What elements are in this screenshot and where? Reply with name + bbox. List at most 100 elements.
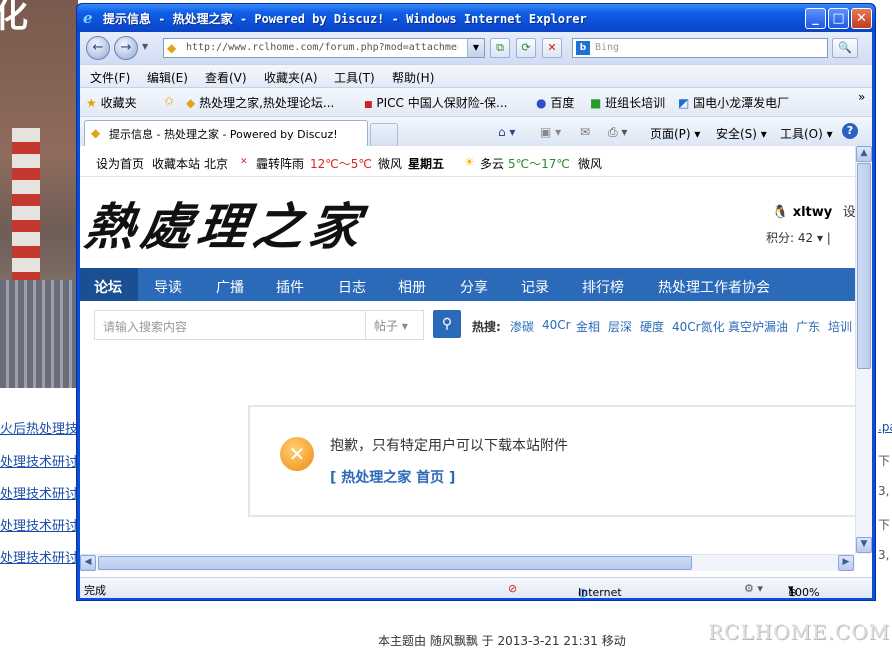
- hot-search-link[interactable]: 金相: [576, 318, 600, 335]
- nav-album[interactable]: 相册: [398, 277, 426, 297]
- title-bar[interactable]: e 提示信息 - 热处理之家 - Powered by Discuz! - Wi…: [77, 4, 875, 32]
- weather-weekday: 星期五: [408, 157, 445, 171]
- horizontal-scroll-thumb[interactable]: [98, 556, 692, 570]
- hot-search-link[interactable]: 层深: [608, 318, 632, 335]
- nav-share[interactable]: 分享: [460, 277, 488, 297]
- menu-tools[interactable]: 工具(T): [334, 69, 375, 86]
- weather-today-condition: 霾转阵雨: [256, 157, 305, 171]
- favorite-link-baidu[interactable]: ● 百度: [536, 94, 574, 111]
- nav-guide[interactable]: 导读: [154, 277, 182, 297]
- tools-menu[interactable]: 工具(O) ▾: [780, 125, 833, 142]
- horizontal-scrollbar[interactable]: ◀ ▶: [80, 554, 855, 571]
- background-right-text: 3, 7: [878, 548, 892, 562]
- hot-search-link[interactable]: 培训: [828, 318, 852, 335]
- page-menu[interactable]: 页面(P) ▾: [650, 125, 700, 142]
- hot-search-link[interactable]: 硬度: [640, 318, 664, 335]
- background-link[interactable]: 处理技术研讨: [0, 547, 78, 566]
- minimize-button[interactable]: _: [805, 8, 826, 29]
- add-favorite-icon[interactable]: ✩: [164, 94, 174, 108]
- favorites-button[interactable]: ★ 收藏夹: [86, 94, 137, 111]
- favorite-link-picc[interactable]: ■ PICC 中国人保财险-保...: [364, 94, 507, 111]
- background-right-text: 下: [878, 518, 891, 532]
- popup-blocker-icon[interactable]: ⊘: [508, 582, 517, 595]
- home-icon[interactable]: ⌂ ▾: [498, 125, 515, 139]
- site-search-input[interactable]: 请输入搜索内容 帖子 ▾: [94, 310, 424, 340]
- close-button[interactable]: ✕: [851, 8, 872, 29]
- stop-icon[interactable]: ✕: [542, 38, 562, 58]
- hot-search-link[interactable]: 渗碳: [510, 318, 534, 335]
- refresh-icon[interactable]: ⟳: [516, 38, 536, 58]
- nav-broadcast[interactable]: 广播: [216, 277, 244, 297]
- new-tab-button[interactable]: [370, 123, 398, 146]
- home-link[interactable]: [ 热处理之家 首页 ]: [330, 467, 455, 487]
- favorite-link-power[interactable]: ◩ 国电小龙潭发电厂: [678, 94, 789, 111]
- alert-message-box: ✕ 抱歉，只有特定用户可以下载本站附件 [ 热处理之家 首页 ]: [248, 405, 855, 517]
- username[interactable]: xltwy: [793, 205, 833, 220]
- menu-edit[interactable]: 编辑(E): [147, 69, 188, 86]
- hot-search-link[interactable]: 40Cr氮化: [672, 318, 725, 335]
- scroll-left-icon[interactable]: ◀: [80, 555, 96, 571]
- hot-search-link[interactable]: 40Cr: [542, 318, 571, 332]
- search-type-select[interactable]: 帖子 ▾: [365, 311, 423, 339]
- favorite-label: 热处理之家,热处理论坛...: [199, 96, 335, 110]
- favorite-link-rclhome[interactable]: ◆ 热处理之家,热处理论坛...: [186, 94, 334, 111]
- scroll-down-icon[interactable]: ▼: [856, 537, 872, 553]
- background-link[interactable]: 火后热处理技: [0, 418, 78, 437]
- vertical-scroll-thumb[interactable]: [857, 163, 871, 369]
- site-logo[interactable]: 熱處理之家: [81, 187, 371, 259]
- help-icon[interactable]: ?: [842, 123, 858, 139]
- qq-penguin-icon: 🐧: [772, 205, 789, 220]
- scroll-right-icon[interactable]: ▶: [838, 555, 854, 571]
- forward-button[interactable]: →: [114, 36, 138, 60]
- browser-client: ← → ▼ ◆ http://www.rclhome.com/forum.php…: [80, 32, 872, 598]
- back-button[interactable]: ←: [86, 36, 110, 60]
- search-button[interactable]: 🔍: [832, 38, 858, 58]
- hot-search-link[interactable]: 真空炉漏油: [728, 318, 788, 335]
- user-info: 🐧 xltwy 设: [772, 201, 855, 220]
- site-search-button[interactable]: ⚲: [433, 310, 461, 338]
- user-score[interactable]: 积分: 42 ▾ |: [766, 229, 831, 246]
- menu-view[interactable]: 查看(V): [205, 69, 247, 86]
- compatibility-view-icon[interactable]: ⧉: [490, 38, 510, 58]
- set-homepage-link[interactable]: 设为首页: [96, 155, 144, 172]
- nav-records[interactable]: 记录: [521, 277, 549, 297]
- status-bar: 完成 ⊘ ◍ Internet ⚙ ▾ ⊕ 100% ▾: [80, 577, 872, 598]
- print-icon[interactable]: ⎙ ▾: [608, 125, 627, 140]
- maximize-button[interactable]: □: [828, 8, 849, 29]
- background-link[interactable]: 处理技术研讨: [0, 451, 78, 470]
- bookmark-site-link[interactable]: 收藏本站: [152, 155, 200, 172]
- favorites-more-chevron-icon[interactable]: »: [858, 90, 865, 104]
- nav-ranking[interactable]: 排行榜: [582, 277, 624, 297]
- background-link[interactable]: 处理技术研讨: [0, 483, 78, 502]
- search-box[interactable]: b Bing: [572, 38, 828, 58]
- background-right-text: 3, 7: [878, 484, 892, 498]
- menu-file[interactable]: 文件(F): [90, 69, 130, 86]
- user-settings-link[interactable]: 设: [843, 205, 855, 220]
- site-search-row: 请输入搜索内容 帖子 ▾ ⚲ 热搜: 渗碳 40Cr 金相 层深 硬度 40Cr…: [80, 308, 855, 342]
- nav-association[interactable]: 热处理工作者协会: [658, 277, 770, 297]
- background-title-fragment: 化: [0, 0, 28, 36]
- favicon-icon: ◆: [186, 96, 196, 110]
- feeds-icon[interactable]: ▣ ▾: [540, 125, 561, 139]
- zoom-control[interactable]: ⊕ 100% ▾: [788, 582, 819, 598]
- safety-menu[interactable]: 安全(S) ▾: [716, 125, 767, 142]
- nav-plugins[interactable]: 插件: [276, 277, 304, 297]
- background-photo: 化: [0, 0, 78, 388]
- nav-forum[interactable]: 论坛: [94, 277, 122, 297]
- scroll-up-icon[interactable]: ▲: [856, 146, 872, 162]
- recent-pages-chevron-icon[interactable]: ▼: [142, 42, 148, 51]
- vertical-scrollbar[interactable]: ▲ ▼: [855, 146, 872, 554]
- favorite-link-training[interactable]: ■ 班组长培训: [590, 94, 665, 111]
- nav-blog[interactable]: 日志: [338, 277, 366, 297]
- hot-search-link[interactable]: 广东: [796, 318, 820, 335]
- watermark: RCLHOME.COM: [708, 620, 891, 644]
- background-link[interactable]: 处理技术研讨: [0, 515, 78, 534]
- menu-help[interactable]: 帮助(H): [392, 69, 434, 86]
- mail-icon[interactable]: ✉: [580, 125, 590, 139]
- protected-mode-icon[interactable]: ⚙ ▾: [744, 582, 763, 595]
- address-dropdown-icon[interactable]: ▼: [467, 39, 484, 57]
- menu-favorites[interactable]: 收藏夹(A): [264, 69, 318, 86]
- tab-active[interactable]: ◆ 提示信息 - 热处理之家 - Powered by Discuz!: [84, 120, 368, 146]
- weather-bar: 设为首页 收藏本站 北京 ✕ 霾转阵雨 12℃～5℃ 微风 星期五 ☀ 多云 5…: [80, 146, 855, 177]
- address-bar[interactable]: ◆ http://www.rclhome.com/forum.php?mod=a…: [163, 38, 485, 58]
